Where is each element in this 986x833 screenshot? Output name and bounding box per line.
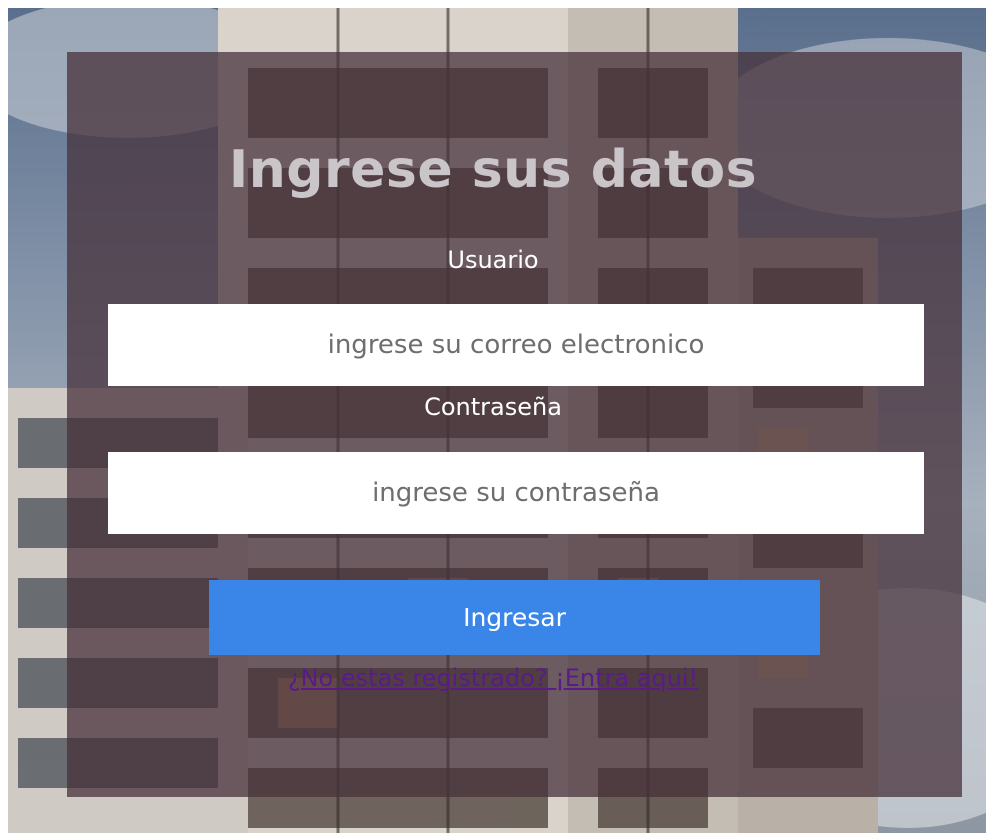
page-title: Ingrese sus datos — [228, 140, 758, 200]
login-button[interactable]: Ingresar — [209, 580, 820, 655]
user-label: Usuario — [447, 246, 539, 274]
register-link[interactable]: ¿No estas registrado? ¡Entra aqui! — [0, 664, 986, 692]
password-input[interactable] — [108, 452, 924, 534]
email-input[interactable] — [108, 304, 924, 386]
password-label: Contraseña — [424, 393, 562, 421]
